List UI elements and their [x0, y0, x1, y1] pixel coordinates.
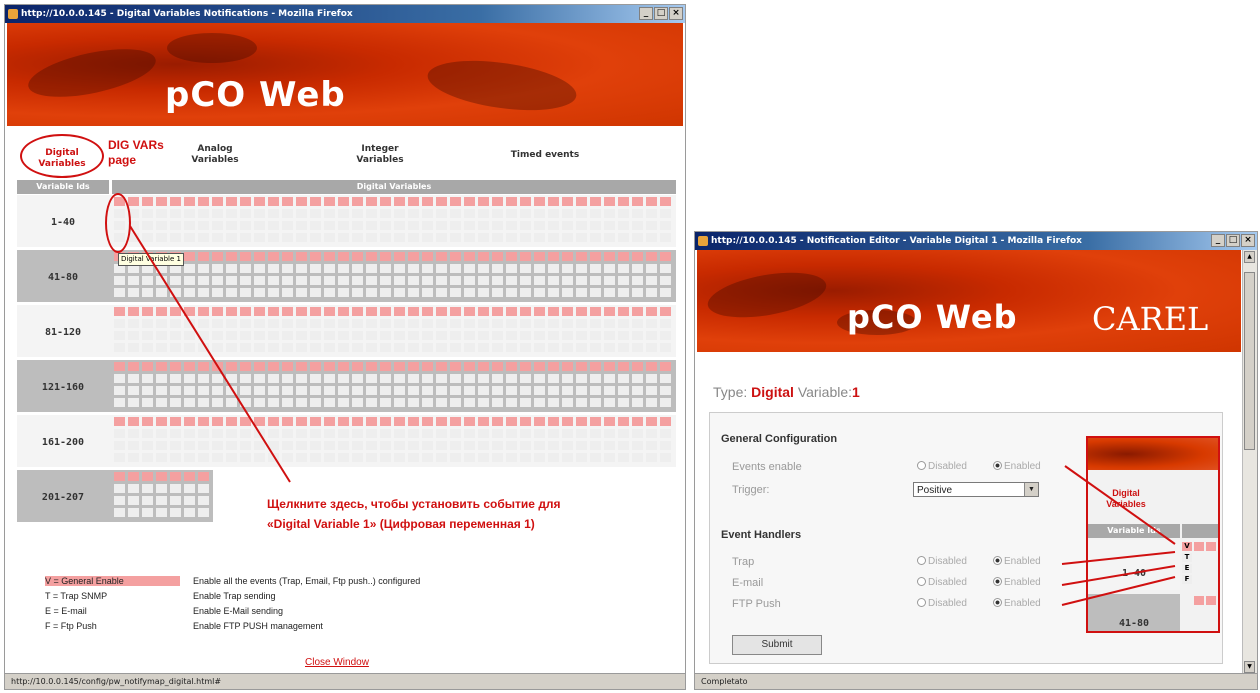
annotation-arrows: [129, 225, 1176, 606]
